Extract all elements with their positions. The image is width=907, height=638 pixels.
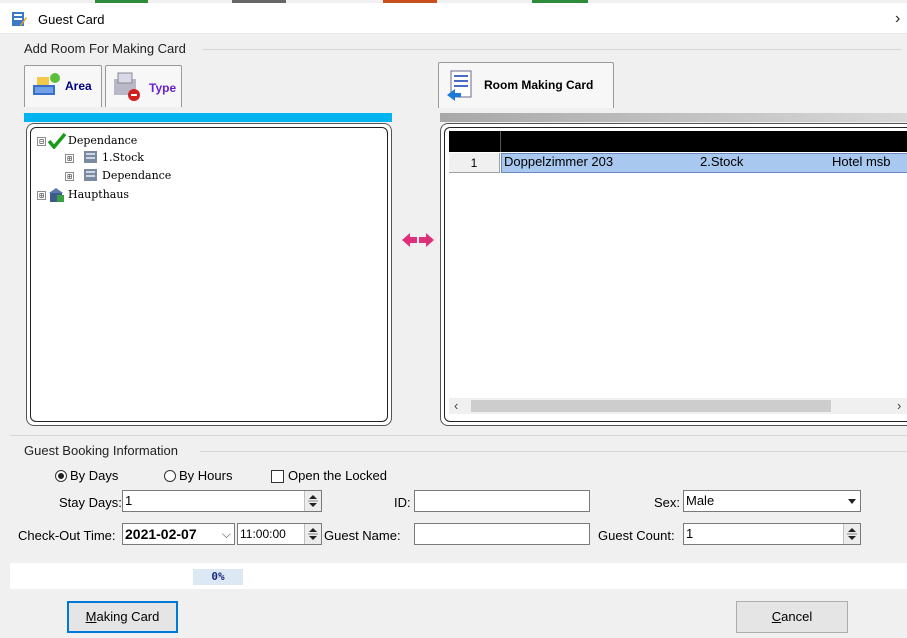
scrollbar-thumb[interactable]: [471, 400, 831, 412]
row-number: 1: [449, 153, 500, 173]
scroll-left-icon[interactable]: ‹: [454, 398, 458, 413]
id-input[interactable]: [414, 490, 590, 512]
checkout-label: Check-Out Time:: [18, 528, 116, 543]
expand-icon[interactable]: ⊞: [37, 191, 46, 200]
window-title: Guest Card: [38, 12, 105, 27]
grid-divider: [500, 131, 501, 152]
room-card-grid[interactable]: 1 Doppelzimmer 203 2.Stock Hotel msb ‹ ›: [444, 127, 907, 422]
type-icon: [110, 69, 144, 106]
room-name-cell: Doppelzimmer 203: [504, 154, 614, 169]
tab-type[interactable]: Type: [105, 65, 182, 107]
stay-days-value: 1: [125, 493, 133, 508]
sex-value: Male: [686, 493, 715, 508]
guest-name-label: Guest Name:: [324, 528, 401, 543]
radio-by-hours[interactable]: [164, 470, 176, 482]
radio-by-days[interactable]: [55, 470, 67, 482]
sex-label: Sex:: [654, 495, 681, 510]
area-selection-bar: [24, 113, 392, 122]
floor-icon: [83, 168, 99, 186]
app-icon: [11, 11, 27, 27]
by-days-label: By Days: [70, 468, 119, 483]
scroll-right-icon[interactable]: ›: [897, 398, 901, 413]
tab-room-making-card-label: Room Making Card: [484, 78, 594, 92]
sex-select[interactable]: Male: [683, 490, 861, 512]
stay-days-label: Stay Days:: [59, 495, 122, 510]
checkout-time-stepper[interactable]: [304, 524, 321, 544]
guest-count-label: Guest Count:: [598, 528, 675, 543]
guest-count-input[interactable]: 1: [683, 523, 861, 545]
tab-type-label: Type: [149, 81, 177, 95]
checkout-date-input[interactable]: 2021-02-07 ⌵: [122, 523, 235, 545]
tree-item-label: Haupthaus: [68, 188, 130, 201]
group-divider: [202, 49, 902, 50]
room-card-panel: 1 Doppelzimmer 203 2.Stock Hotel msb ‹ ›: [440, 123, 907, 426]
progress-bar: 0%: [10, 563, 907, 589]
floor-cell: 2.Stock: [700, 154, 744, 169]
cancel-mnemonic: C: [771, 609, 782, 624]
tab-area-label: Area: [65, 79, 92, 93]
tab-area[interactable]: Area: [24, 65, 102, 107]
group-divider: [10, 435, 907, 436]
floor-icon: [83, 150, 99, 168]
open-locked-label: Open the Locked: [288, 468, 388, 483]
progress-text: 0%: [193, 569, 243, 585]
tab-room-making-card[interactable]: Room Making Card: [438, 62, 614, 108]
by-hours-label: By Hours: [179, 468, 233, 483]
collapse-icon[interactable]: ⊟: [37, 137, 46, 146]
check-icon: [47, 132, 67, 152]
building-icon: [48, 187, 66, 206]
expand-icon[interactable]: ⊞: [65, 172, 74, 181]
cancel-label: ancel: [781, 609, 813, 624]
guest-count-value: 1: [686, 526, 694, 541]
table-row[interactable]: 1 Doppelzimmer 203 2.Stock Hotel msb: [449, 153, 907, 173]
room-card-bar: [440, 113, 907, 122]
double-arrow-icon[interactable]: [401, 232, 435, 251]
add-room-group-title: Add Room For Making Card: [24, 41, 186, 56]
tree-item-label: 1.Stock: [102, 151, 144, 164]
expand-icon[interactable]: ⊞: [65, 154, 74, 163]
stay-days-stepper[interactable]: [304, 491, 321, 511]
making-card-label: aking Card: [96, 609, 160, 624]
checkout-date-value: 2021-02-07: [125, 526, 197, 542]
stay-days-input[interactable]: 1: [122, 490, 322, 512]
horizontal-scrollbar[interactable]: ‹ ›: [449, 398, 907, 414]
id-label: ID:: [394, 495, 411, 510]
close-icon[interactable]: ›: [895, 10, 900, 28]
area-tree-panel: ⊟ Dependance ⊞ 1.Stock ⊞ Dependance ⊞ Ha…: [26, 123, 392, 426]
tree-item-label: Dependance: [68, 134, 138, 147]
chevron-down-icon[interactable]: [844, 491, 860, 511]
checkout-time-input[interactable]: 11:00:00: [237, 523, 322, 545]
room-card-icon: [447, 69, 475, 104]
cancel-button[interactable]: Cancel: [736, 601, 848, 633]
making-card-button[interactable]: Making Card: [67, 601, 178, 633]
booking-group-title: Guest Booking Information: [24, 443, 178, 458]
making-card-mnemonic: M: [85, 609, 97, 624]
building-cell: Hotel msb: [832, 154, 891, 169]
title-bar: Guest Card ›: [0, 3, 907, 34]
date-dropdown-icon[interactable]: ⌵: [222, 524, 231, 544]
group-divider: [200, 451, 907, 452]
checkout-time-value: 11:00:00: [240, 527, 286, 541]
area-tree[interactable]: ⊟ Dependance ⊞ 1.Stock ⊞ Dependance ⊞ Ha…: [30, 127, 388, 422]
guest-name-input[interactable]: [414, 523, 590, 545]
grid-header: [449, 131, 907, 152]
tree-item-label: Dependance: [102, 169, 172, 182]
guest-count-stepper[interactable]: [843, 524, 860, 544]
open-locked-checkbox[interactable]: [271, 470, 284, 483]
area-icon: [31, 71, 61, 104]
